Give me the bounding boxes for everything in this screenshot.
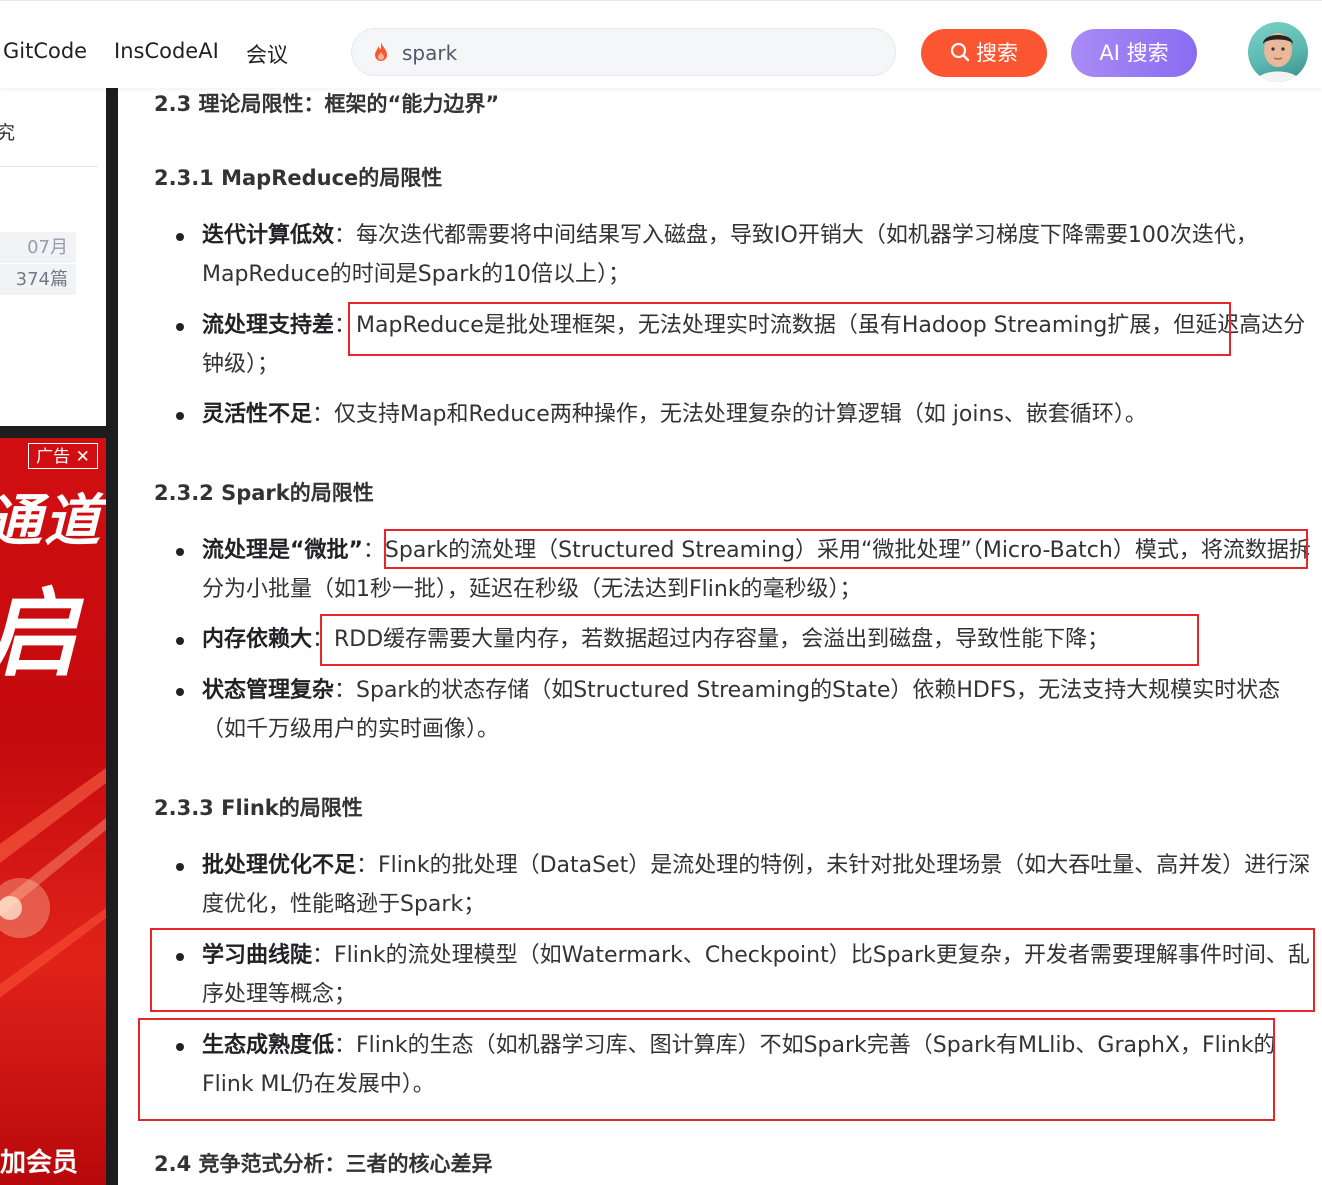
nav-link-gitcode[interactable]: GitCode (3, 39, 87, 63)
sidebar-dark-strip (106, 88, 118, 1185)
search-button-label: 搜索 (976, 41, 1018, 65)
bullet (176, 548, 184, 556)
annotation-box (348, 302, 1231, 356)
list-item-strong: 状态管理复杂 (202, 678, 335, 703)
bullet (176, 233, 184, 241)
nav-link-inscodeai[interactable]: InsCodeAI (114, 39, 219, 63)
author-sidebar-card: 究 07月 374篇 (0, 88, 106, 426)
sidebar-divider (0, 166, 98, 167)
avatar-face-icon (1256, 33, 1300, 82)
bullet (176, 688, 184, 696)
sidebar-text: 究 (0, 122, 16, 144)
heading-2-3: 2.3 理论局限性：框架的“能力边界” (154, 92, 500, 116)
list-item-strong: 流处理支持差 (202, 313, 335, 338)
list-item: 批处理优化不足：Flink的批处理（DataSet）是流处理的特例，未针对批处理… (202, 846, 1312, 924)
list-item: 迭代计算低效：每次迭代都需要将中间结果写入磁盘，导致IO开销大（如机器学习梯度下… (202, 216, 1312, 294)
annotation-box (150, 928, 1315, 1012)
sidebar-gap (0, 426, 106, 438)
bullet (176, 412, 184, 420)
ai-search-button[interactable]: AI 搜索 (1071, 29, 1197, 77)
ad-headline-1: 通道 (0, 489, 102, 554)
list-item-strong: 批处理优化不足 (202, 853, 357, 878)
bullet (176, 637, 184, 645)
close-icon[interactable]: ✕ (76, 447, 90, 467)
archive-count-pill[interactable]: 374篇 (0, 264, 76, 295)
list-item-strong: 流处理是“微批” (202, 538, 363, 563)
list-item-text: ：仅支持Map和Reduce两种操作，无法处理复杂的计算逻辑（如 joins、嵌… (312, 402, 1147, 427)
bullet (176, 323, 184, 331)
annotation-box (384, 529, 1308, 569)
list-item-text: ：Flink的批处理（DataSet）是流处理的特例，未针对批处理场景（如大吞吐… (202, 853, 1311, 917)
article-content: 2.3 理论局限性：框架的“能力边界” 2.3.1 MapReduce的局限性 … (118, 88, 1322, 1185)
list-item-text: ：Spark的状态存储（如Structured Streaming的State）… (202, 678, 1281, 742)
ad-headline-2: 启 (0, 556, 78, 695)
user-avatar[interactable] (1248, 22, 1308, 82)
annotation-box (320, 614, 1199, 666)
bullet (176, 863, 184, 871)
archive-date-pill[interactable]: 07月 (0, 232, 76, 263)
list-item-strong: 灵活性不足 (202, 402, 313, 427)
heading-2-4: 2.4 竞争范式分析：三者的核心差异 (154, 1152, 493, 1176)
top-nav: GitCode InsCodeAI 会议 搜索 AI 搜索 (0, 0, 1322, 88)
nav-link-meeting[interactable]: 会议 (246, 39, 288, 69)
search-button[interactable]: 搜索 (921, 29, 1047, 77)
annotation-box (138, 1018, 1275, 1121)
list-item: 灵活性不足：仅支持Map和Reduce两种操作，无法处理复杂的计算逻辑（如 jo… (202, 395, 1312, 434)
heading-2-3-3: 2.3.3 Flink的局限性 (154, 796, 363, 820)
list-item-strong: 迭代计算低效 (202, 223, 335, 248)
ad-bottom-text: 加会员 (0, 1148, 79, 1178)
search-box[interactable] (351, 28, 896, 76)
hot-flame-icon (375, 42, 387, 61)
list-item-text: ：每次迭代都需要将中间结果写入磁盘，导致IO开销大（如机器学习梯度下降需要100… (202, 223, 1258, 287)
search-icon (950, 42, 970, 62)
heading-2-3-1: 2.3.1 MapReduce的局限性 (154, 166, 443, 190)
ad-banner[interactable]: 广告 ✕ 通道 启 加会员 (0, 438, 106, 1185)
ad-tag-label: 广告 (36, 447, 71, 467)
list-item-strong: 内存依赖大 (202, 627, 313, 652)
ad-close-tag[interactable]: 广告 ✕ (28, 443, 98, 469)
search-input[interactable] (400, 37, 874, 69)
list-item: 状态管理复杂：Spark的状态存储（如Structured Streaming的… (202, 671, 1312, 749)
heading-2-3-2: 2.3.2 Spark的局限性 (154, 481, 374, 505)
